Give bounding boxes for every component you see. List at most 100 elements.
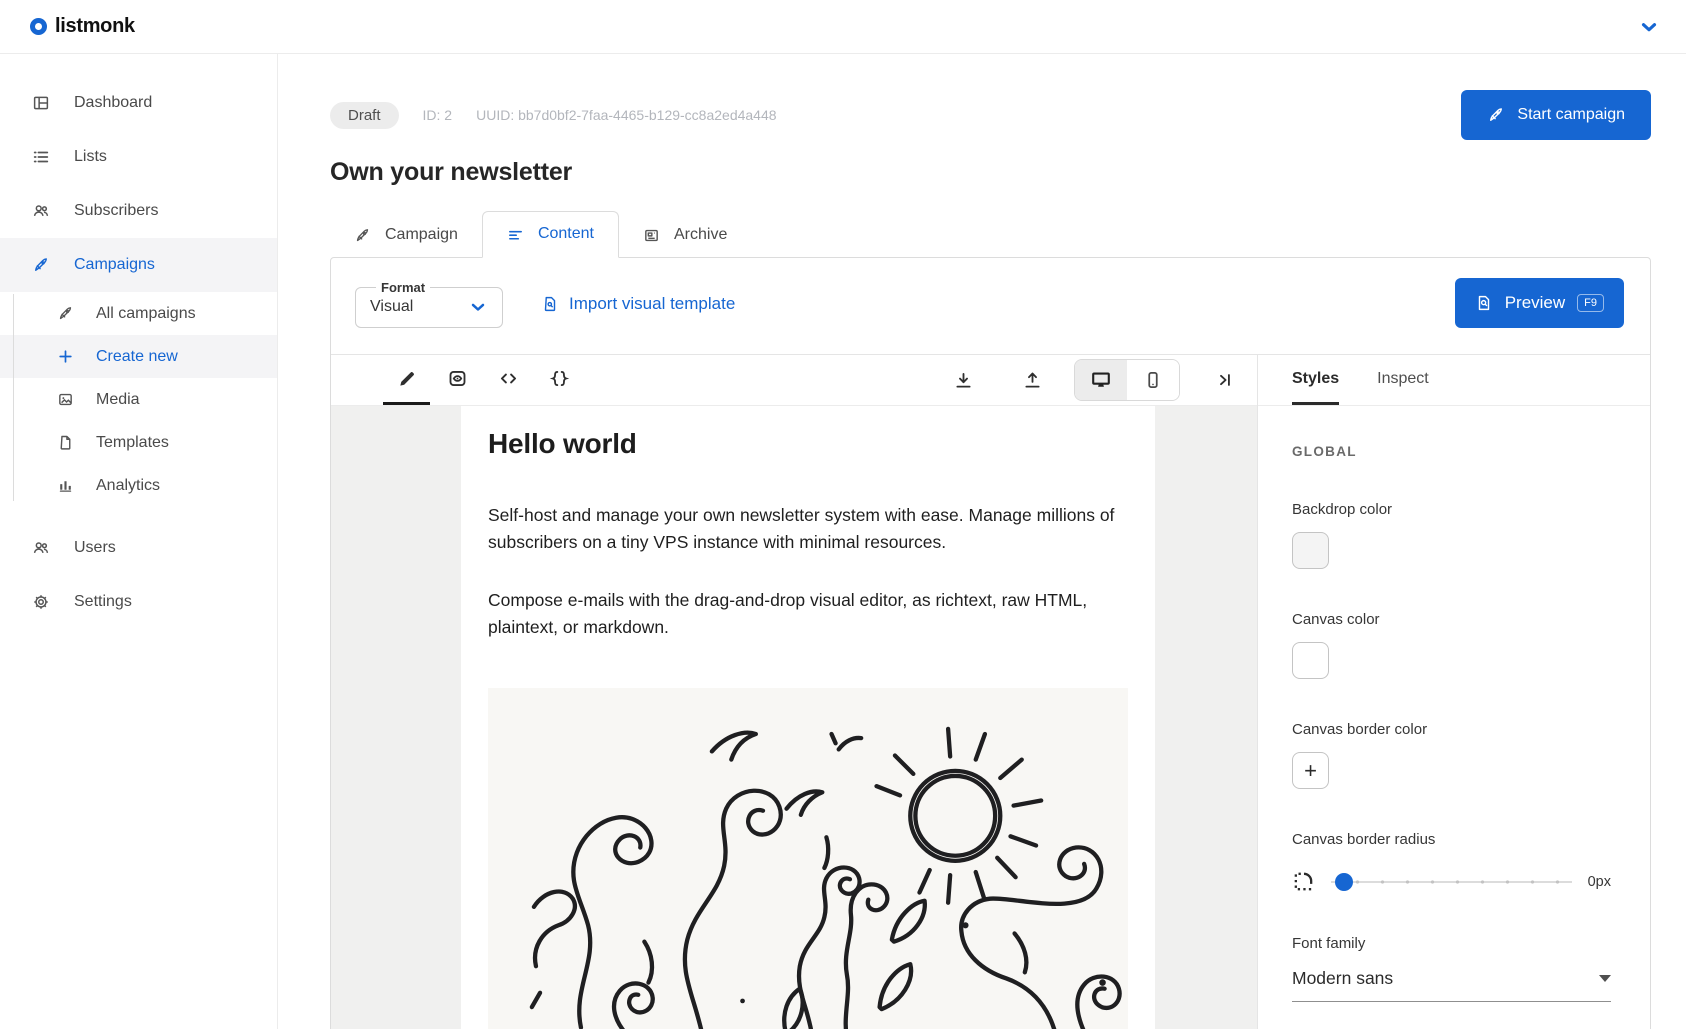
format-row: Format Visual Import visual template bbox=[331, 258, 1650, 354]
sidebar-item-label: All campaigns bbox=[96, 305, 196, 323]
rocket-icon bbox=[1487, 106, 1505, 124]
plus-icon: + bbox=[1304, 758, 1317, 784]
backdrop-color-swatch[interactable] bbox=[1292, 532, 1329, 569]
content-tab-panel: Format Visual Import visual template bbox=[330, 257, 1651, 1029]
tab-campaign[interactable]: Campaign bbox=[330, 213, 482, 258]
canvas-color-field: Canvas color bbox=[1292, 611, 1611, 679]
font-family-label: Font family bbox=[1292, 935, 1611, 952]
upload-button[interactable] bbox=[1009, 370, 1056, 391]
topbar: listmonk bbox=[0, 0, 1686, 54]
sidebar-item-dashboard[interactable]: Dashboard bbox=[0, 76, 277, 130]
tab-label: Archive bbox=[674, 226, 727, 244]
editor-toolbar bbox=[331, 355, 1257, 406]
sidebar-item-create-new[interactable]: Create new bbox=[0, 335, 277, 378]
font-family-select[interactable]: Modern sans bbox=[1292, 968, 1611, 1002]
templates-icon bbox=[57, 434, 74, 451]
email-paragraph[interactable]: Self-host and manage your own newsletter… bbox=[488, 502, 1128, 556]
sidebar-item-settings[interactable]: Settings bbox=[0, 575, 277, 629]
sidebar-item-label: Lists bbox=[74, 148, 107, 166]
start-campaign-button[interactable]: Start campaign bbox=[1461, 90, 1651, 140]
sidebar-item-label: Create new bbox=[96, 348, 178, 366]
sidebar-item-all-campaigns[interactable]: All campaigns bbox=[0, 292, 277, 335]
sidebar-item-label: Campaigns bbox=[74, 256, 155, 274]
format-value: Visual bbox=[370, 298, 413, 316]
canvas-border-radius-field: Canvas border radius 0px bbox=[1292, 831, 1611, 893]
border-radius-slider[interactable] bbox=[1331, 873, 1572, 891]
preview-button[interactable]: Preview F9 bbox=[1455, 278, 1624, 328]
sidebar-item-label: Settings bbox=[74, 593, 132, 611]
braces-json-button[interactable] bbox=[536, 355, 583, 405]
caret-down-icon bbox=[1599, 975, 1611, 982]
sidebar-item-subscribers[interactable]: Subscribers bbox=[0, 184, 277, 238]
lists-icon bbox=[32, 148, 50, 166]
preview-doc-icon bbox=[1475, 294, 1493, 312]
rocket-icon bbox=[32, 256, 50, 274]
canvas-gutter-right bbox=[1155, 406, 1257, 1029]
user-menu-chevron-icon[interactable] bbox=[1638, 16, 1660, 38]
tab-label: Content bbox=[538, 225, 594, 243]
rocket-icon bbox=[354, 227, 371, 244]
media-icon bbox=[57, 391, 74, 408]
editor-canvas: Hello world Self-host and manage your ow… bbox=[331, 406, 1257, 1029]
doodle-image[interactable] bbox=[488, 688, 1128, 1029]
brand-name: listmonk bbox=[55, 15, 135, 38]
canvas-border-radius-label: Canvas border radius bbox=[1292, 831, 1611, 848]
tab-archive[interactable]: Archive bbox=[619, 213, 751, 258]
sidebar-item-label: Templates bbox=[96, 434, 169, 452]
tab-inspect[interactable]: Inspect bbox=[1377, 355, 1429, 405]
sidebar-item-lists[interactable]: Lists bbox=[0, 130, 277, 184]
code-view-button[interactable] bbox=[485, 355, 532, 405]
campaigns-submenu: All campaigns Create new Media Templates bbox=[0, 292, 277, 507]
sidebar-item-label: Users bbox=[74, 539, 116, 557]
mobile-view-button[interactable] bbox=[1127, 360, 1179, 400]
format-legend: Format bbox=[376, 280, 430, 295]
download-button[interactable] bbox=[940, 370, 987, 391]
tab-content[interactable]: Content bbox=[482, 211, 619, 258]
sidebar-item-media[interactable]: Media bbox=[0, 378, 277, 421]
collapse-panel-button[interactable] bbox=[1202, 370, 1249, 390]
sidebar: Dashboard Lists Subscribers Campaigns bbox=[0, 54, 278, 1029]
import-link-label: Import visual template bbox=[569, 294, 735, 314]
email-heading[interactable]: Hello world bbox=[488, 428, 1128, 460]
brand-logo[interactable]: listmonk bbox=[30, 15, 135, 38]
global-section-title: GLOBAL bbox=[1292, 444, 1611, 459]
preview-label: Preview bbox=[1505, 293, 1565, 313]
sidebar-item-users[interactable]: Users bbox=[0, 521, 277, 575]
desktop-view-button[interactable] bbox=[1075, 360, 1127, 400]
listmonk-logo-icon bbox=[30, 18, 47, 35]
email-page[interactable]: Hello world Self-host and manage your ow… bbox=[461, 406, 1155, 1029]
styles-panel-tabs: Styles Inspect bbox=[1258, 355, 1650, 406]
canvas-color-swatch[interactable] bbox=[1292, 642, 1329, 679]
backdrop-color-label: Backdrop color bbox=[1292, 501, 1611, 518]
slider-handle[interactable] bbox=[1335, 873, 1353, 891]
sidebar-item-templates[interactable]: Templates bbox=[0, 421, 277, 464]
tab-styles[interactable]: Styles bbox=[1292, 355, 1339, 405]
email-paragraph[interactable]: Compose e-mails with the drag-and-drop v… bbox=[488, 587, 1128, 641]
preview-eye-button[interactable] bbox=[434, 355, 481, 405]
sidebar-item-label: Dashboard bbox=[74, 94, 152, 112]
page-title: Own your newsletter bbox=[330, 158, 1651, 187]
sidebar-item-analytics[interactable]: Analytics bbox=[0, 464, 277, 507]
edit-pencil-button[interactable] bbox=[383, 355, 430, 405]
format-select[interactable]: Format Visual bbox=[355, 280, 503, 328]
dashboard-icon bbox=[32, 94, 50, 112]
visual-editor: Hello world Self-host and manage your ow… bbox=[331, 354, 1650, 1029]
styles-panel: Styles Inspect GLOBAL Backdrop color Can… bbox=[1257, 355, 1650, 1029]
canvas-gutter-left bbox=[331, 406, 461, 1029]
sidebar-item-campaigns[interactable]: Campaigns bbox=[0, 238, 277, 292]
campaign-tabs: Campaign Content Archive bbox=[330, 211, 1651, 258]
template-file-icon bbox=[541, 295, 559, 313]
campaign-uuid: UUID: bb7d0bf2-7faa-4465-b129-cc8a2ed4a4… bbox=[476, 107, 776, 123]
subscribers-icon bbox=[32, 202, 50, 220]
campaign-meta-row: Draft ID: 2 UUID: bb7d0bf2-7faa-4465-b12… bbox=[330, 90, 1651, 140]
import-visual-template-link[interactable]: Import visual template bbox=[541, 294, 735, 314]
rocket-icon bbox=[57, 305, 74, 322]
backdrop-color-field: Backdrop color bbox=[1292, 501, 1611, 569]
status-badge: Draft bbox=[330, 102, 399, 129]
canvas-color-label: Canvas color bbox=[1292, 611, 1611, 628]
users-icon bbox=[32, 539, 50, 557]
canvas-border-color-add-swatch[interactable]: + bbox=[1292, 752, 1329, 789]
font-family-value: Modern sans bbox=[1292, 968, 1393, 989]
styles-panel-body: GLOBAL Backdrop color Canvas color Canva… bbox=[1258, 406, 1650, 1002]
main-content: Draft ID: 2 UUID: bb7d0bf2-7faa-4465-b12… bbox=[278, 54, 1686, 1029]
